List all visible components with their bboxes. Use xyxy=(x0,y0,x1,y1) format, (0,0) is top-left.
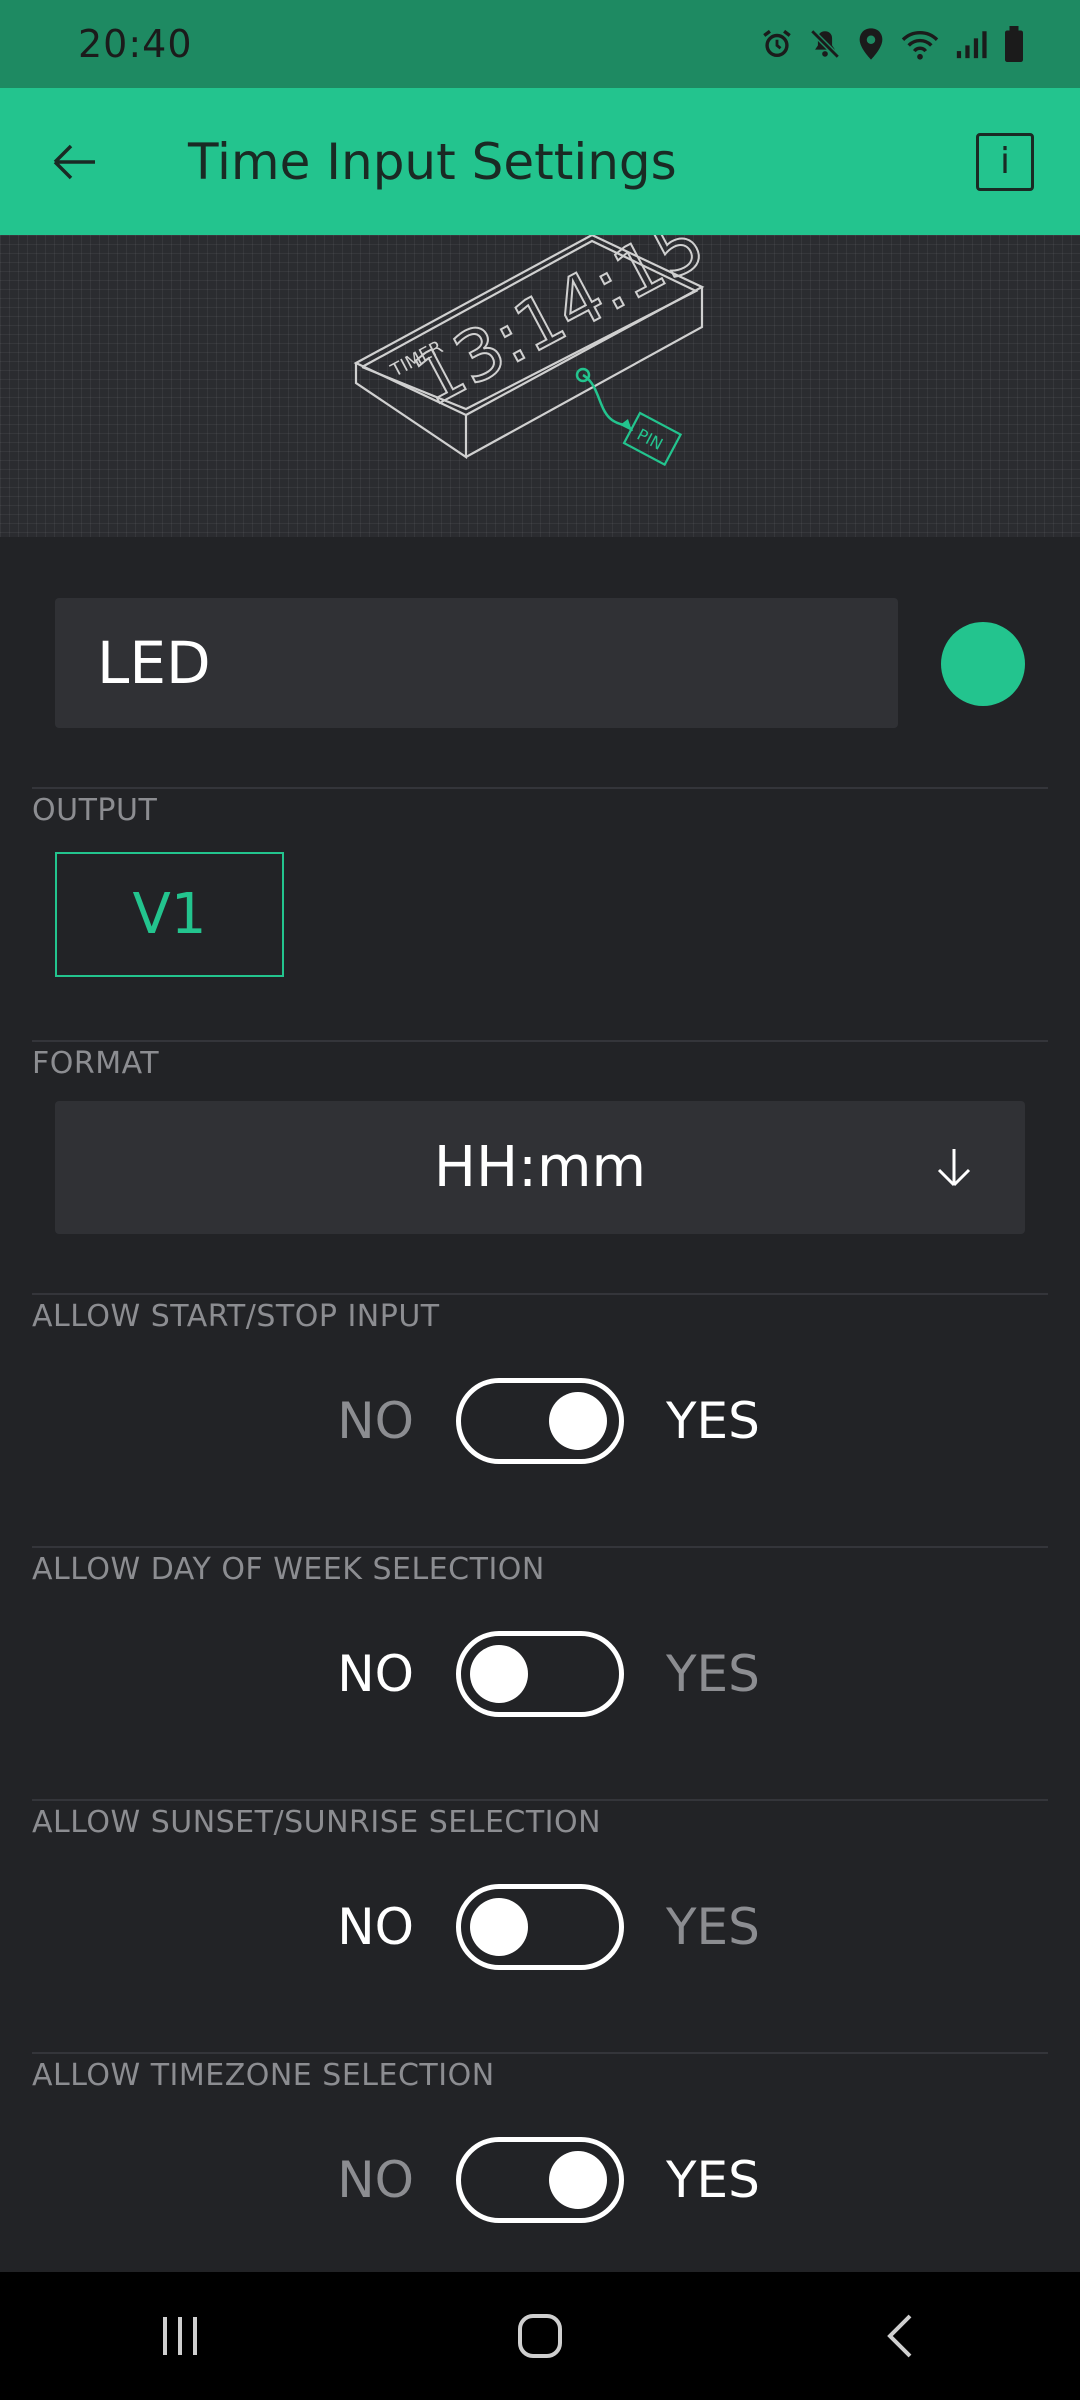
output-pin-button[interactable]: V1 xyxy=(55,852,284,977)
status-bar: 20:40 xyxy=(0,0,1080,88)
signal-icon xyxy=(954,27,988,61)
toggle-no-label: NO xyxy=(337,2151,414,2209)
toggle-yes-label: YES xyxy=(666,1898,760,1956)
status-icons xyxy=(760,26,1026,62)
format-label: FORMAT xyxy=(32,1046,160,1081)
allow-day-of-week-row: NO YES xyxy=(0,1631,1080,1717)
widget-name-input[interactable]: LED xyxy=(55,598,898,728)
timer-display: 13:14:15 xyxy=(401,235,717,422)
allow-sunset-sunrise-label: ALLOW SUNSET/SUNRISE SELECTION xyxy=(32,1805,602,1840)
back-arrow-icon xyxy=(53,144,95,179)
toggle-knob xyxy=(549,1392,607,1450)
timer-illustration: TIMER 13:14:15 PIN xyxy=(353,235,719,467)
back-icon xyxy=(887,2314,912,2358)
allow-start-stop-row: NO YES xyxy=(0,1378,1080,1464)
info-button[interactable]: i xyxy=(976,132,1034,191)
divider xyxy=(32,1546,1048,1548)
toggle-knob xyxy=(470,1645,528,1703)
toggle-knob xyxy=(549,2151,607,2209)
color-picker-button[interactable] xyxy=(941,622,1025,706)
divider xyxy=(32,2052,1048,2054)
arrow-down-icon xyxy=(937,1148,971,1186)
app-bar: Time Input Settings i xyxy=(0,88,1080,235)
alarm-icon xyxy=(760,27,794,61)
status-time: 20:40 xyxy=(78,22,193,66)
toggle-yes-label: YES xyxy=(666,2151,760,2209)
pin-tag: PIN xyxy=(634,425,666,454)
divider xyxy=(32,787,1048,789)
info-icon: i xyxy=(999,141,1010,182)
location-icon xyxy=(856,27,886,61)
divider xyxy=(32,1040,1048,1042)
allow-sunset-sunrise-toggle[interactable] xyxy=(456,1884,624,1970)
divider xyxy=(32,1799,1048,1801)
format-dropdown[interactable]: HH:mm xyxy=(55,1101,1025,1234)
recent-apps-button[interactable] xyxy=(120,2286,240,2386)
output-label: OUTPUT xyxy=(32,793,158,828)
widget-preview-banner: TIMER 13:14:15 PIN xyxy=(0,235,1080,537)
toggle-yes-label: YES xyxy=(666,1645,760,1703)
allow-day-of-week-toggle[interactable] xyxy=(456,1631,624,1717)
allow-timezone-label: ALLOW TIMEZONE SELECTION xyxy=(32,2058,495,2093)
toggle-yes-label: YES xyxy=(666,1392,760,1450)
allow-timezone-toggle[interactable] xyxy=(456,2137,624,2223)
nav-back-button[interactable] xyxy=(840,2286,960,2386)
toggle-no-label: NO xyxy=(337,1392,414,1450)
system-nav-bar xyxy=(0,2272,1080,2400)
home-button[interactable] xyxy=(480,2286,600,2386)
back-button[interactable] xyxy=(0,88,148,235)
divider xyxy=(32,1293,1048,1295)
home-icon xyxy=(518,2314,562,2358)
allow-start-stop-label: ALLOW START/STOP INPUT xyxy=(32,1299,440,1334)
toggle-no-label: NO xyxy=(337,1645,414,1703)
allow-sunset-sunrise-row: NO YES xyxy=(0,1884,1080,1970)
allow-day-of-week-label: ALLOW DAY OF WEEK SELECTION xyxy=(32,1552,545,1587)
allow-start-stop-toggle[interactable] xyxy=(456,1378,624,1464)
recent-apps-icon xyxy=(163,2317,197,2355)
wifi-icon xyxy=(900,27,940,61)
allow-timezone-row: NO YES xyxy=(0,2137,1080,2223)
battery-icon xyxy=(1002,26,1026,62)
page-title: Time Input Settings xyxy=(188,132,677,191)
format-value: HH:mm xyxy=(433,1135,647,1200)
mute-icon xyxy=(808,27,842,61)
toggle-knob xyxy=(470,1898,528,1956)
toggle-no-label: NO xyxy=(337,1898,414,1956)
